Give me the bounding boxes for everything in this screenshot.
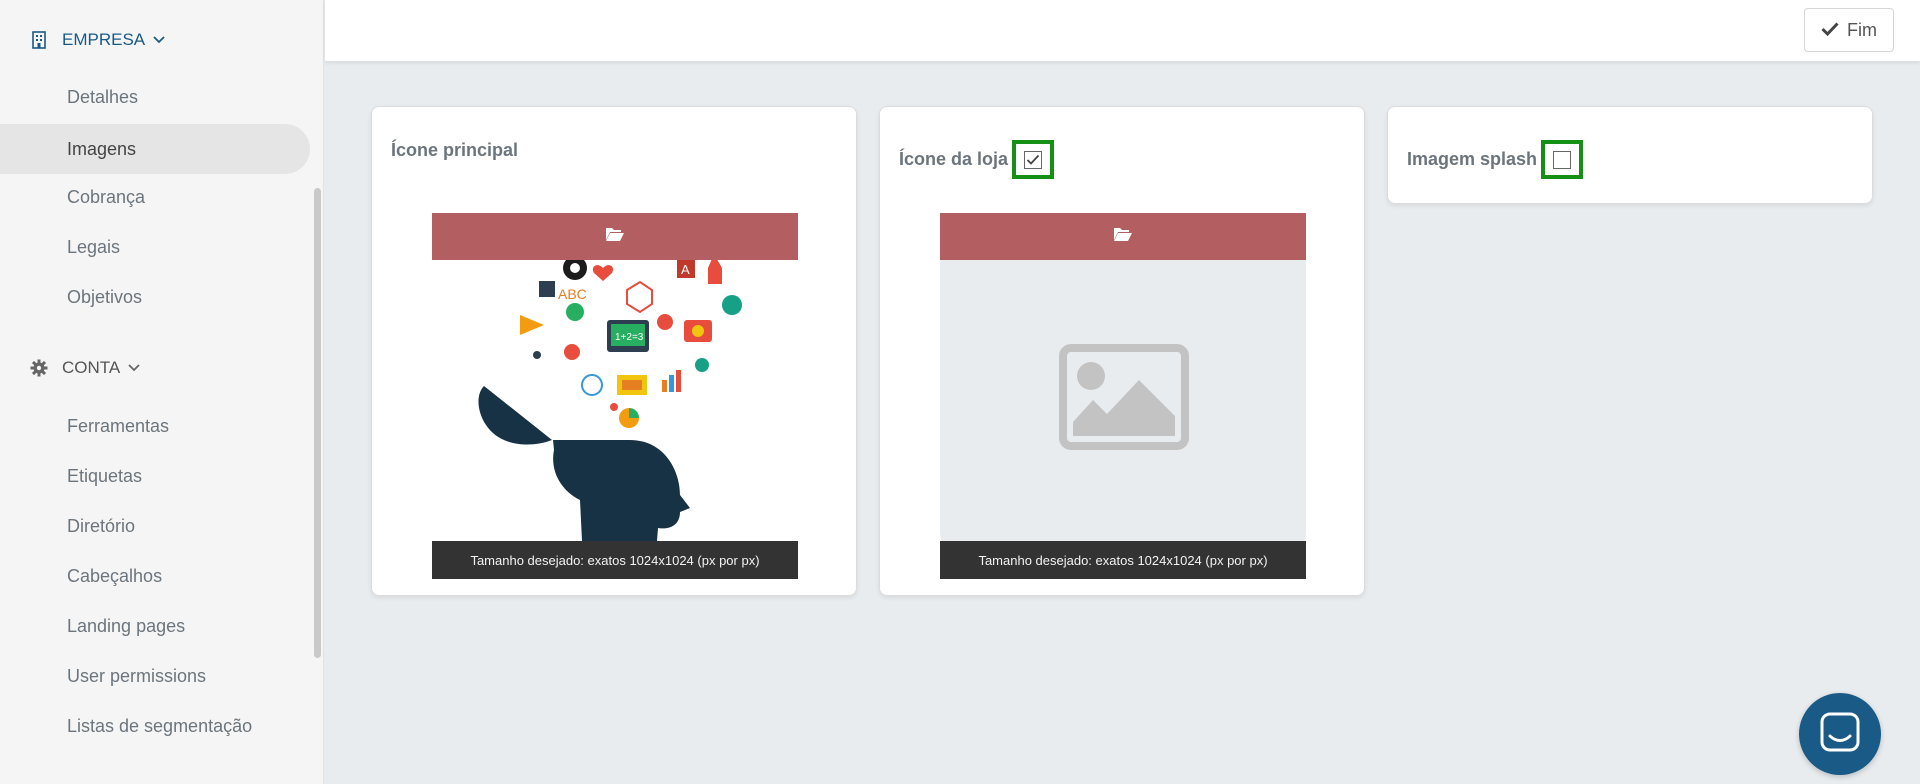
head-illustration: A ABC 1+2=3: [478, 254, 742, 541]
sidebar-item-etiquetas[interactable]: Etiquetas: [0, 451, 310, 501]
chat-icon: [1820, 712, 1860, 757]
sidebar-scrollbar[interactable]: [314, 188, 321, 658]
card-title: Ícone da loja: [899, 140, 1055, 179]
folder-open-icon: [605, 226, 625, 247]
size-caption: Tamanho desejado: exatos 1024x1024 (px p…: [940, 541, 1306, 579]
sidebar-item-cabecalhos[interactable]: Cabeçalhos: [0, 551, 310, 601]
svg-text:A: A: [681, 262, 690, 277]
gear-icon: [30, 359, 48, 377]
section-conta-label: CONTA: [62, 358, 121, 377]
folder-open-icon: [1113, 226, 1133, 247]
section-conta[interactable]: CONTA: [30, 358, 140, 378]
sidebar-item-objetivos[interactable]: Objetivos: [0, 272, 310, 322]
topbar: [325, 0, 1920, 61]
sidebar-item-ferramentas[interactable]: Ferramentas: [0, 401, 310, 451]
upload-button[interactable]: [432, 213, 798, 260]
sidebar: EMPRESA Detalhes Imagens Cobrança Legais…: [0, 0, 324, 784]
card-imagem-splash: Imagem splash: [1387, 106, 1873, 204]
checkbox-unchecked: [1553, 150, 1572, 169]
svg-text:1+2=3: 1+2=3: [615, 332, 644, 343]
sidebar-item-landing-pages[interactable]: Landing pages: [0, 601, 310, 651]
section-empresa-label: EMPRESA: [62, 30, 146, 49]
imagem-splash-checkbox[interactable]: [1541, 140, 1584, 179]
card-title-text: Ícone da loja: [899, 149, 1009, 169]
chevron-down-icon: [153, 36, 165, 44]
image-uploader: A ABC 1+2=3 Tamanho desejado: exatos 102…: [432, 213, 798, 579]
sidebar-item-imagens[interactable]: Imagens: [0, 124, 310, 174]
card-title: Imagem splash: [1407, 140, 1584, 179]
sidebar-item-diretorio[interactable]: Diretório: [0, 501, 310, 551]
card-title: Ícone principal: [391, 140, 518, 161]
sidebar-item-detalhes[interactable]: Detalhes: [0, 72, 310, 122]
upload-button[interactable]: [940, 213, 1306, 260]
chevron-down-icon: [128, 364, 140, 372]
sidebar-item-legais[interactable]: Legais: [0, 222, 310, 272]
check-icon: [1821, 20, 1839, 41]
chat-button[interactable]: [1799, 693, 1881, 775]
card-icone-da-loja: Ícone da loja Tamanho desejado: exatos 1…: [879, 106, 1365, 596]
sidebar-item-listas-segmentacao[interactable]: Listas de segmentação: [0, 701, 310, 751]
card-icone-principal: Ícone principal A ABC 1+2=3 Tamanho dese…: [371, 106, 857, 596]
image-uploader: Tamanho desejado: exatos 1024x1024 (px p…: [940, 213, 1306, 579]
card-title-text: Ícone principal: [391, 140, 519, 160]
finish-button[interactable]: Fim: [1804, 8, 1894, 52]
image-placeholder-icon: [1059, 344, 1189, 455]
sidebar-item-cobranca[interactable]: Cobrança: [0, 172, 310, 222]
card-title-text: Imagem splash: [1407, 149, 1538, 169]
check-icon: [1026, 154, 1040, 165]
icone-loja-checkbox[interactable]: [1012, 140, 1055, 179]
finish-button-label: Fim: [1847, 19, 1877, 40]
sidebar-item-user-permissions[interactable]: User permissions: [0, 651, 310, 701]
section-empresa[interactable]: EMPRESA: [30, 30, 165, 50]
checkbox-checked: [1024, 150, 1043, 169]
size-caption: Tamanho desejado: exatos 1024x1024 (px p…: [432, 541, 798, 579]
uploaded-image: A ABC 1+2=3: [432, 254, 798, 541]
building-icon: [30, 31, 48, 49]
svg-text:ABC: ABC: [558, 286, 587, 302]
